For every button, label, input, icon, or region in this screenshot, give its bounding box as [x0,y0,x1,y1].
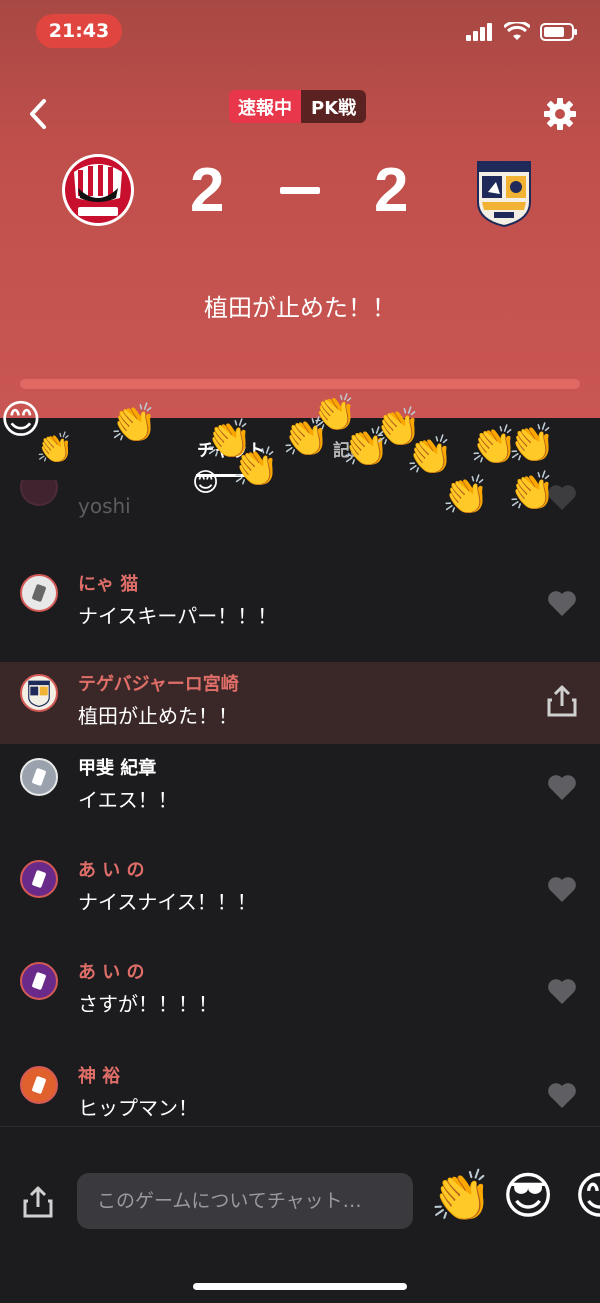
message-text: ナイスナイス！！！ [78,890,257,914]
message-text: さすが！！！！ [78,992,218,1016]
event-headline: 植田が止めた！！ [204,294,396,322]
reaction-clap-button[interactable]: 👏 [430,1171,492,1221]
score-separator [280,187,320,194]
battery-icon [540,23,577,41]
message-text: 植田が止めた！！ [78,704,238,728]
avatar[interactable] [20,860,58,898]
message-author: あ い の [78,962,145,983]
gear-icon[interactable] [542,96,578,132]
avatar[interactable] [20,574,58,612]
tab-chat[interactable]: チャット [197,436,265,461]
message-author: あ い の [78,860,145,881]
phase-badge: PK戦 [301,90,367,123]
message-author: 甲斐 紀章 [78,758,157,779]
heart-icon[interactable] [546,874,578,904]
chat-input[interactable] [77,1173,413,1229]
match-progress-bar [20,379,580,389]
away-team-logo[interactable] [466,154,542,230]
tab-active-indicator [196,474,254,477]
avatar[interactable] [20,480,58,506]
chat-input-bar: 👏 😎 😊 [0,1126,600,1303]
avatar[interactable] [20,674,58,712]
home-indicator [193,1283,407,1290]
reaction-smile-button[interactable]: 😊 [574,1171,600,1221]
heart-icon[interactable] [546,588,578,618]
live-status-badges: 速報中 PK戦 [229,90,367,123]
chat-message: あ い の ナイスナイス！！！ [0,848,600,930]
chat-message: あ い の さすが！！！！ [0,950,600,1032]
avatar[interactable] [20,758,58,796]
away-score: 2 [374,156,409,225]
message-author: テゲバジャーロ宮崎 [78,674,239,695]
message-text: yoshi [78,494,131,518]
chat-message: yoshi [0,480,600,538]
tab-record[interactable]: 記録 [333,436,367,461]
live-badge: 速報中 [229,90,301,123]
heart-icon[interactable] [546,1080,578,1110]
back-chevron-icon[interactable] [22,96,54,132]
message-author: 神 裕 [78,1066,121,1087]
chat-message: にゃ 猫 ナイスキーパー！！！ [0,562,600,644]
heart-icon[interactable] [546,772,578,802]
chat-list[interactable]: yoshi にゃ 猫 ナイスキーパー！！！ テゲバジャーロ宮崎 植田が止めた！！ [0,480,600,1148]
home-score: 2 [190,156,225,225]
share-icon[interactable] [546,684,578,718]
heart-icon[interactable] [546,976,578,1006]
heart-icon[interactable] [546,482,578,512]
reaction-sunglasses-button[interactable]: 😎 [502,1171,554,1221]
message-text: イエス！！ [78,788,178,812]
chat-message: 神 裕 ヒップマン！ [0,1054,600,1136]
message-author: にゃ 猫 [78,574,139,595]
home-team-logo[interactable] [60,152,136,228]
message-text: ナイスキーパー！！！ [78,604,278,628]
status-bar: 21:43 [0,0,600,64]
avatar[interactable] [20,1066,58,1104]
chat-message: 甲斐 紀章 イエス！！ [0,746,600,828]
share-icon[interactable] [22,1185,54,1219]
status-icons [466,22,578,42]
message-text: ヒップマン！ [78,1096,198,1120]
wifi-icon [504,22,530,40]
avatar[interactable] [20,962,58,1000]
status-time: 21:43 [36,14,122,48]
chat-message-official: テゲバジャーロ宮崎 植田が止めた！！ [0,662,600,744]
match-header: 21:43 速報中 PK戦 2 2 植田が止めた！！ [0,0,600,418]
signal-icon [466,23,492,41]
tab-bar: チャット 記録 [0,418,600,480]
